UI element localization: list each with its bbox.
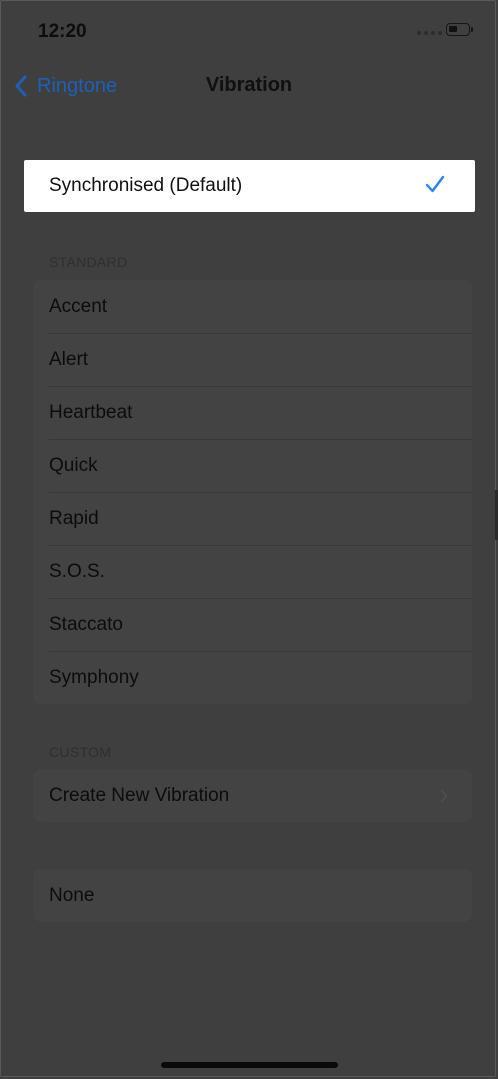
signal-icon <box>417 31 442 35</box>
vibration-option-symphony[interactable]: Symphony <box>33 651 472 704</box>
option-label: S.O.S. <box>49 560 105 582</box>
vibration-option-none[interactable]: None <box>33 869 472 922</box>
vibration-option-alert[interactable]: Alert <box>33 333 472 386</box>
vibration-option-rapid[interactable]: Rapid <box>33 492 472 545</box>
page-title: Vibration <box>205 74 293 96</box>
checkmark-icon <box>425 175 445 193</box>
option-label: Synchronised (Default) <box>49 175 243 196</box>
option-label: Rapid <box>49 507 99 529</box>
vibration-option-accent[interactable]: Accent <box>33 280 472 333</box>
vibration-option-heartbeat[interactable]: Heartbeat <box>33 386 472 439</box>
vibration-option-synchronised[interactable]: Synchronised (Default) <box>24 160 475 212</box>
chevron-right-icon <box>440 789 448 803</box>
option-label: Create New Vibration <box>49 784 230 806</box>
create-new-vibration-button[interactable]: Create New Vibration <box>33 769 472 822</box>
status-time: 12:20 <box>38 21 87 42</box>
option-label: None <box>49 884 95 906</box>
option-label: Accent <box>49 295 108 317</box>
vibration-option-sos[interactable]: S.O.S. <box>33 545 472 598</box>
section-header-custom: CUSTOM <box>49 744 112 760</box>
none-list: None <box>33 869 472 922</box>
vibration-option-quick[interactable]: Quick <box>33 439 472 492</box>
option-label: Quick <box>49 454 98 476</box>
option-label: Alert <box>49 348 89 370</box>
home-indicator[interactable] <box>161 1062 338 1068</box>
battery-icon <box>446 23 473 36</box>
section-header-standard: STANDARD <box>49 254 128 270</box>
option-label: Symphony <box>49 666 139 688</box>
standard-list: Accent Alert Heartbeat Quick Rapid S.O.S… <box>33 280 472 704</box>
option-label: Heartbeat <box>49 401 133 423</box>
vibration-option-staccato[interactable]: Staccato <box>33 598 472 651</box>
custom-list: Create New Vibration <box>33 769 472 822</box>
option-label: Staccato <box>49 613 123 635</box>
